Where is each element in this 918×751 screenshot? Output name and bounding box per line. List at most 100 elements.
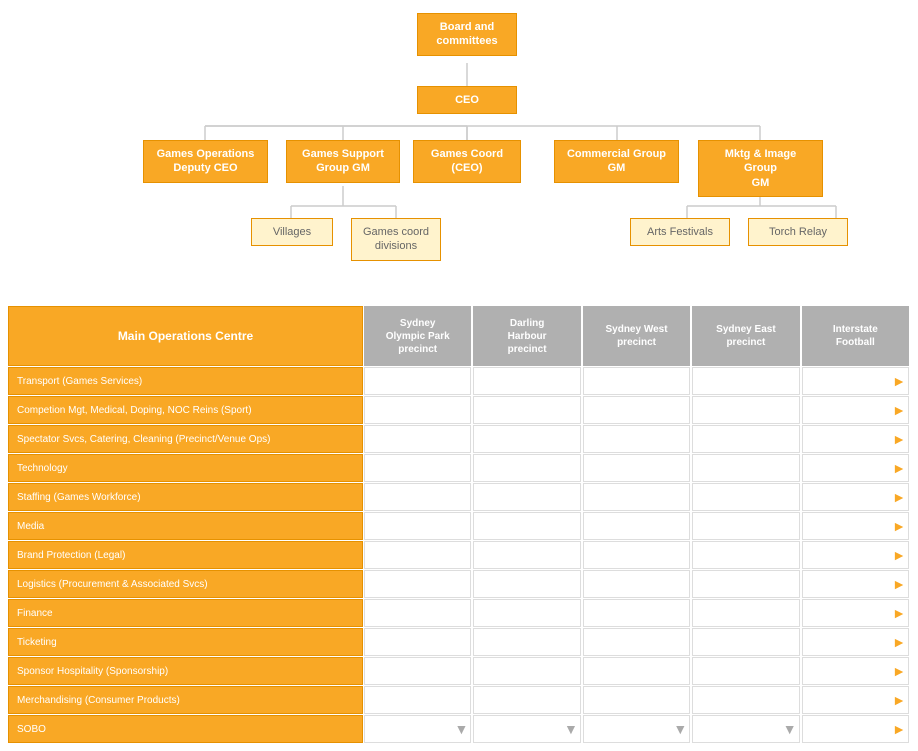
main-ops-label: Main Operations Centre [8, 306, 363, 366]
cell-3-0 [364, 454, 471, 482]
cell-5-2 [583, 512, 690, 540]
cell-3-2 [583, 454, 690, 482]
cell-2-3 [692, 425, 799, 453]
cell-4-1 [473, 483, 580, 511]
cell-10-4: ► [802, 657, 909, 685]
col-2: Sydney Westprecinct [583, 306, 690, 366]
arrow-down-icon: ▼ [564, 721, 578, 737]
arrow-right-icon: ► [892, 576, 906, 592]
grid-row-4: ► [363, 483, 910, 511]
cell-0-0 [364, 367, 471, 395]
arrow-right-icon: ► [892, 692, 906, 708]
cell-9-3 [692, 628, 799, 656]
row-11: Merchandising (Consumer Products) [8, 686, 363, 714]
cell-9-1 [473, 628, 580, 656]
l2-node-2: Games Coord (CEO) [413, 140, 521, 183]
cell-6-2 [583, 541, 690, 569]
grid-row-9: ► [363, 628, 910, 656]
cell-1-4: ► [802, 396, 909, 424]
cell-4-0 [364, 483, 471, 511]
row-2: Spectator Svcs, Catering, Cleaning (Prec… [8, 425, 363, 453]
grid-row-3: ► [363, 454, 910, 482]
arrow-right-icon: ► [892, 663, 906, 679]
row-8: Finance [8, 599, 363, 627]
arrow-down-icon: ▼ [673, 721, 687, 737]
row-1: Competion Mgt, Medical, Doping, NOC Rein… [8, 396, 363, 424]
cell-6-0 [364, 541, 471, 569]
cell-2-0 [364, 425, 471, 453]
l3-torch: Torch Relay [748, 218, 848, 246]
cell-3-3 [692, 454, 799, 482]
cell-9-0 [364, 628, 471, 656]
row-0: Transport (Games Services) [8, 367, 363, 395]
row-6: Brand Protection (Legal) [8, 541, 363, 569]
cell-7-4: ► [802, 570, 909, 598]
cell-12-2: ▼ [583, 715, 690, 743]
arrow-right-icon: ► [892, 605, 906, 621]
cell-10-1 [473, 657, 580, 685]
cell-1-1 [473, 396, 580, 424]
cell-4-4: ► [802, 483, 909, 511]
cell-11-4: ► [802, 686, 909, 714]
cell-8-1 [473, 599, 580, 627]
cell-10-2 [583, 657, 690, 685]
grid-row-1: ► [363, 396, 910, 424]
arrow-down-icon: ▼ [455, 721, 469, 737]
grid-header: SydneyOlympic Parkprecinct DarlingHarbou… [363, 306, 910, 366]
cell-5-3 [692, 512, 799, 540]
cell-8-0 [364, 599, 471, 627]
l2-node-3: Commercial GroupGM [554, 140, 679, 183]
col-4: InterstateFootball [802, 306, 909, 366]
arrow-right-icon: ► [892, 431, 906, 447]
row-4: Staffing (Games Workforce) [8, 483, 363, 511]
cell-0-3 [692, 367, 799, 395]
col-1: DarlingHarbourprecinct [473, 306, 580, 366]
grid-row-11: ► [363, 686, 910, 714]
arrow-right-icon: ► [892, 402, 906, 418]
cell-10-3 [692, 657, 799, 685]
l2-node-4: Mktg & Image GroupGM [698, 140, 823, 197]
grid-row-10: ► [363, 657, 910, 685]
cell-7-1 [473, 570, 580, 598]
cell-0-1 [473, 367, 580, 395]
cell-11-3 [692, 686, 799, 714]
arrow-right-icon: ► [892, 489, 906, 505]
grid-row-7: ► [363, 570, 910, 598]
cell-7-0 [364, 570, 471, 598]
row-9: Ticketing [8, 628, 363, 656]
org-tree: Board and committees CEO Games Operation… [8, 8, 918, 298]
arrow-right-icon: ► [892, 547, 906, 563]
cell-5-0 [364, 512, 471, 540]
arrow-right-icon: ► [892, 373, 906, 389]
cell-3-1 [473, 454, 580, 482]
board-node: Board and committees [417, 13, 517, 56]
cell-5-1 [473, 512, 580, 540]
cell-2-2 [583, 425, 690, 453]
ceo-node: CEO [417, 86, 517, 114]
arrow-down-icon: ▼ [783, 721, 797, 737]
grid-row-8: ► [363, 599, 910, 627]
arrow-right-icon: ► [892, 518, 906, 534]
row-10: Sponsor Hospitality (Sponsorship) [8, 657, 363, 685]
cell-7-3 [692, 570, 799, 598]
cell-10-0 [364, 657, 471, 685]
org-chart: Board and committees CEO Games Operation… [0, 0, 918, 751]
cell-4-2 [583, 483, 690, 511]
grid-section: SydneyOlympic Parkprecinct DarlingHarbou… [363, 306, 910, 743]
col-3: Sydney Eastprecinct [692, 306, 799, 366]
l3-villages: Villages [251, 218, 333, 246]
cell-1-2 [583, 396, 690, 424]
cell-1-0 [364, 396, 471, 424]
matrix-section: Main Operations Centre Transport (Games … [8, 306, 910, 743]
cell-6-4: ► [802, 541, 909, 569]
col-0: SydneyOlympic Parkprecinct [364, 306, 471, 366]
grid-row-6: ► [363, 541, 910, 569]
l2-node-0: Games OperationsDeputy CEO [143, 140, 268, 183]
cell-6-3 [692, 541, 799, 569]
arrow-right-icon: ► [892, 460, 906, 476]
cell-11-2 [583, 686, 690, 714]
cell-8-2 [583, 599, 690, 627]
l3-games-coord: Games coorddivisions [351, 218, 441, 261]
row-labels: Main Operations Centre Transport (Games … [8, 306, 363, 743]
cell-0-2 [583, 367, 690, 395]
